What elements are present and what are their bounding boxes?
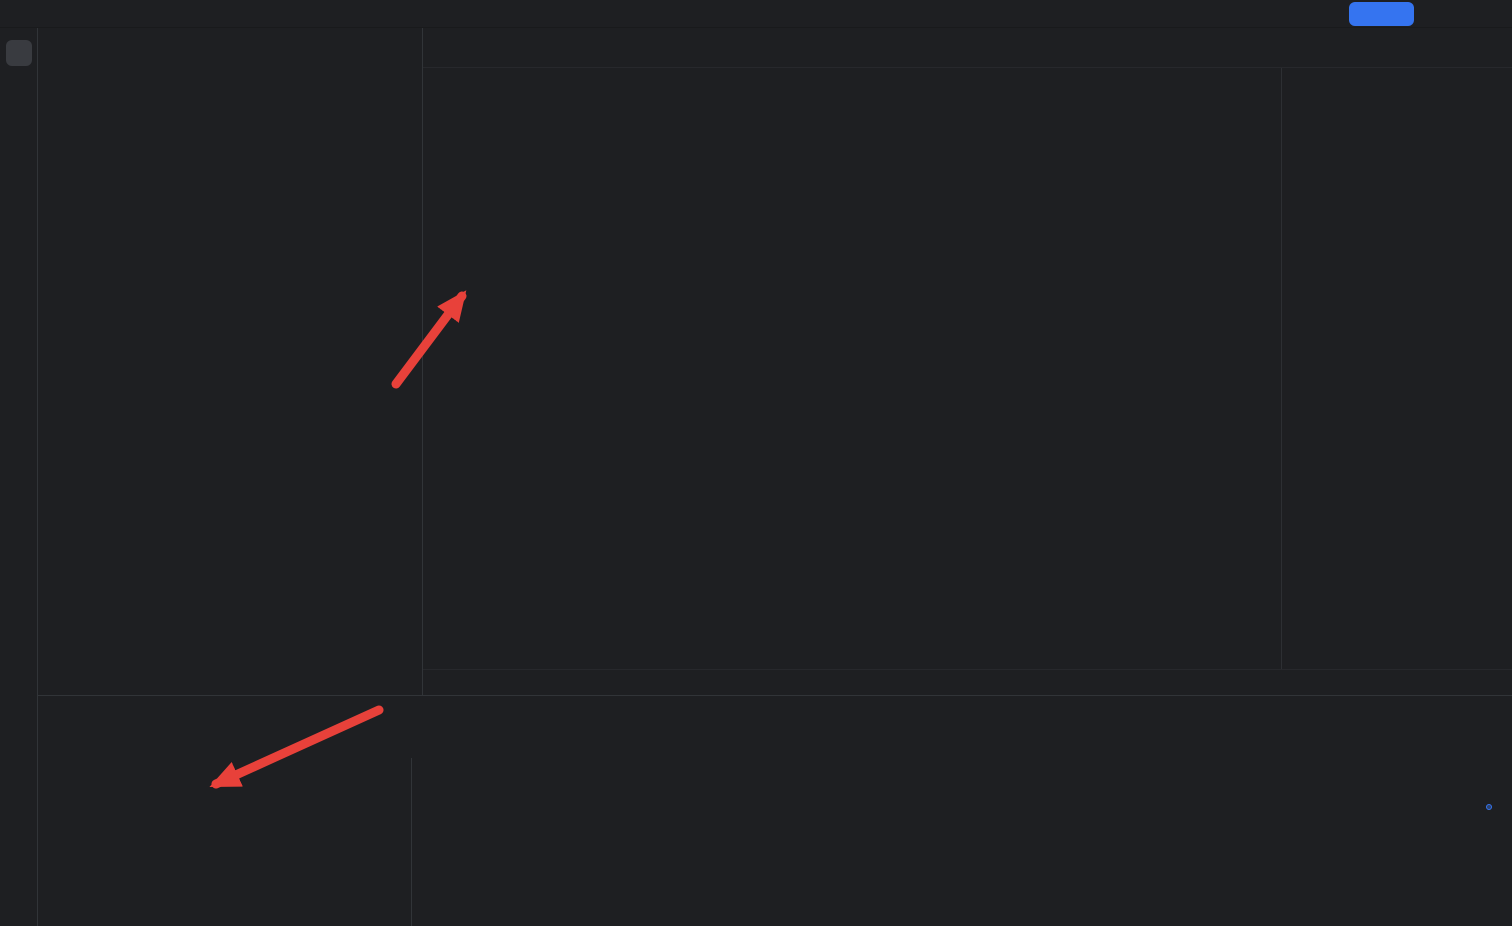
run-panel-toolbar	[38, 728, 1512, 758]
project-panel	[38, 28, 423, 695]
terminal-tool-icon[interactable]	[6, 722, 32, 748]
run-tool-icon[interactable]	[6, 770, 32, 796]
editor	[423, 28, 1512, 695]
run-panel	[38, 695, 1512, 926]
scroll-to-end-icon[interactable]	[1486, 804, 1492, 810]
more-tools-icon[interactable]	[6, 240, 32, 266]
error-stripe[interactable]	[1496, 68, 1512, 669]
project-tree	[38, 70, 422, 695]
title-bar	[0, 0, 1512, 28]
project-tool-icon[interactable]	[6, 40, 32, 66]
git-tool-icon[interactable]	[6, 888, 32, 914]
run-configuration[interactable]	[1349, 2, 1414, 26]
test-tree	[38, 758, 412, 926]
console-scroll-rail	[1486, 768, 1492, 822]
code-area[interactable]	[423, 68, 1512, 669]
problems-tool-icon[interactable]	[6, 840, 32, 866]
structure-tool-icon[interactable]	[6, 140, 32, 166]
project-panel-header[interactable]	[38, 28, 422, 70]
services-tool-icon[interactable]	[6, 190, 32, 216]
editor-tab-bar	[423, 28, 1512, 68]
breadcrumbs[interactable]	[423, 669, 1512, 695]
run-panel-header	[38, 696, 1512, 728]
commit-tool-icon[interactable]	[6, 90, 32, 116]
left-toolbar	[0, 28, 38, 926]
test-console[interactable]	[412, 758, 1512, 926]
right-margin-guide	[1281, 68, 1282, 669]
